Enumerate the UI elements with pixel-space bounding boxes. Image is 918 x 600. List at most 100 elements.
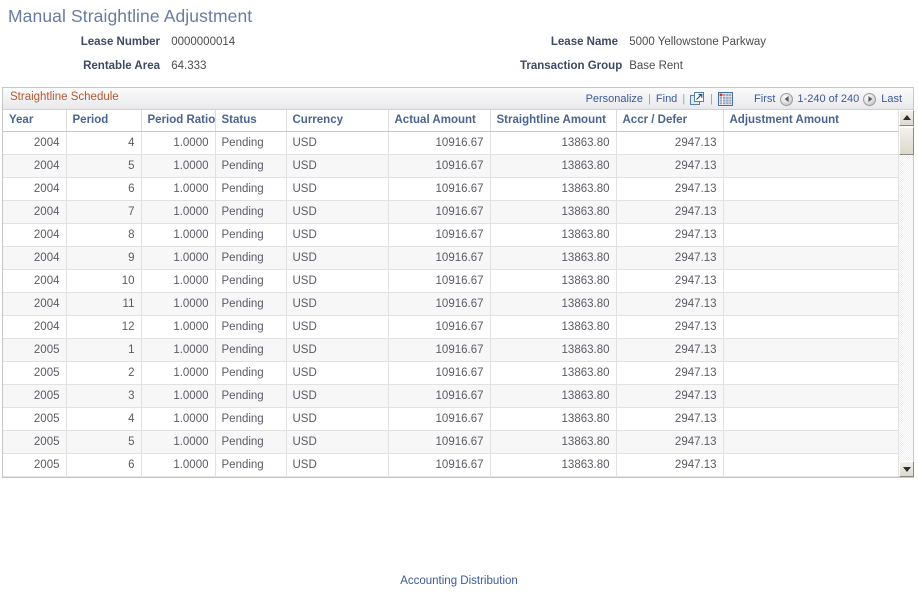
cell-actual-amount: 10916.67: [388, 132, 490, 155]
cell-accr-defer: 2947.13: [616, 293, 723, 316]
cell-adjustment-amount: [723, 178, 900, 201]
column-header-actual-amount: Actual Amount: [388, 110, 490, 132]
cell-period-ratio: 1.0000: [141, 178, 215, 201]
cell-straightline-amount: 13863.80: [490, 431, 616, 454]
cell-straightline-amount: 13863.80: [490, 408, 616, 431]
rentable-area-label: Rentable Area: [0, 59, 160, 73]
accounting-distribution-link[interactable]: Accounting Distribution: [400, 575, 518, 587]
cell-year: 2004: [3, 224, 66, 247]
cell-adjustment-amount: [723, 155, 900, 178]
cell-actual-amount: 10916.67: [388, 293, 490, 316]
grid-toolbar: Personalize | Find | |: [586, 90, 907, 108]
cell-currency: USD: [286, 293, 388, 316]
cell-straightline-amount: 13863.80: [490, 178, 616, 201]
cell-currency: USD: [286, 224, 388, 247]
cell-period-ratio: 1.0000: [141, 454, 215, 477]
cell-currency: USD: [286, 339, 388, 362]
cell-period-ratio: 1.0000: [141, 431, 215, 454]
cell-accr-defer: 2947.13: [616, 385, 723, 408]
cell-adjustment-amount: [723, 201, 900, 224]
cell-actual-amount: 10916.67: [388, 454, 490, 477]
table-row: 2004111.0000PendingUSD10916.6713863.8029…: [3, 293, 900, 316]
lease-name-field: Lease Name 5000 Yellowstone Parkway: [520, 35, 766, 49]
cell-status: Pending: [215, 339, 286, 362]
table-row: 200511.0000PendingUSD10916.6713863.80294…: [3, 339, 900, 362]
table-header-row: YearPeriodPeriod RatioStatusCurrencyActu…: [3, 110, 900, 132]
cell-period-ratio: 1.0000: [141, 316, 215, 339]
straightline-schedule-table: YearPeriodPeriod RatioStatusCurrencyActu…: [3, 110, 900, 477]
cell-currency: USD: [286, 316, 388, 339]
cell-straightline-amount: 13863.80: [490, 132, 616, 155]
scrollbar-track[interactable]: [899, 126, 913, 461]
grid-pagination: First 1-240 of 240 Last: [749, 93, 907, 106]
table-body: 200441.0000PendingUSD10916.6713863.80294…: [3, 132, 900, 477]
cell-status: Pending: [215, 178, 286, 201]
cell-year: 2005: [3, 454, 66, 477]
cell-accr-defer: 2947.13: [616, 454, 723, 477]
rentable-area-field: Rentable Area 64.333: [0, 59, 250, 73]
cell-currency: USD: [286, 201, 388, 224]
cell-year: 2004: [3, 293, 66, 316]
cell-adjustment-amount: [723, 316, 900, 339]
left-arrow-icon[interactable]: [780, 93, 793, 106]
table-row: 2004121.0000PendingUSD10916.6713863.8029…: [3, 316, 900, 339]
scrollbar-thumb[interactable]: [899, 127, 914, 155]
cell-actual-amount: 10916.67: [388, 362, 490, 385]
cell-year: 2004: [3, 270, 66, 293]
lease-name-label: Lease Name: [520, 35, 618, 49]
cell-status: Pending: [215, 293, 286, 316]
cell-period: 7: [66, 201, 141, 224]
cell-straightline-amount: 13863.80: [490, 362, 616, 385]
right-arrow-icon[interactable]: [863, 93, 876, 106]
cell-accr-defer: 2947.13: [616, 270, 723, 293]
rentable-area-value: 64.333: [171, 60, 206, 72]
table-row: 200561.0000PendingUSD10916.6713863.80294…: [3, 454, 900, 477]
spreadsheet-grid-icon[interactable]: [718, 92, 733, 106]
cell-period-ratio: 1.0000: [141, 293, 215, 316]
scroll-up-arrow-icon[interactable]: [899, 110, 914, 126]
cell-actual-amount: 10916.67: [388, 316, 490, 339]
vertical-scrollbar[interactable]: [898, 110, 913, 477]
cell-period-ratio: 1.0000: [141, 247, 215, 270]
row-range-label: 1-240 of 240: [797, 93, 859, 105]
cell-actual-amount: 10916.67: [388, 247, 490, 270]
last-link[interactable]: Last: [881, 93, 902, 105]
cell-actual-amount: 10916.67: [388, 385, 490, 408]
cell-straightline-amount: 13863.80: [490, 247, 616, 270]
cell-year: 2005: [3, 362, 66, 385]
cell-status: Pending: [215, 431, 286, 454]
straightline-schedule-groupbox: Straightline Schedule Personalize | Find…: [2, 87, 914, 478]
find-link[interactable]: Find: [656, 93, 677, 105]
column-header-currency: Currency: [286, 110, 388, 132]
cell-adjustment-amount: [723, 454, 900, 477]
cell-adjustment-amount: [723, 224, 900, 247]
cell-actual-amount: 10916.67: [388, 178, 490, 201]
lease-number-value: 0000000014: [171, 36, 235, 48]
cell-period: 4: [66, 132, 141, 155]
table-row: 200441.0000PendingUSD10916.6713863.80294…: [3, 132, 900, 155]
cell-currency: USD: [286, 178, 388, 201]
table-row: 200471.0000PendingUSD10916.6713863.80294…: [3, 201, 900, 224]
cell-actual-amount: 10916.67: [388, 339, 490, 362]
cell-status: Pending: [215, 155, 286, 178]
cell-accr-defer: 2947.13: [616, 339, 723, 362]
cell-period: 1: [66, 339, 141, 362]
column-header-adjustment-amount: Adjustment Amount: [723, 110, 900, 132]
cell-actual-amount: 10916.67: [388, 155, 490, 178]
cell-currency: USD: [286, 454, 388, 477]
new-window-icon[interactable]: [690, 92, 705, 106]
cell-year: 2004: [3, 316, 66, 339]
toolbar-separator-1: |: [648, 93, 651, 105]
personalize-link[interactable]: Personalize: [586, 93, 643, 105]
toolbar-separator-2: |: [682, 93, 685, 105]
cell-straightline-amount: 13863.80: [490, 270, 616, 293]
first-link[interactable]: First: [754, 93, 775, 105]
cell-accr-defer: 2947.13: [616, 224, 723, 247]
cell-status: Pending: [215, 224, 286, 247]
scroll-down-arrow-icon[interactable]: [899, 461, 914, 477]
cell-accr-defer: 2947.13: [616, 132, 723, 155]
cell-period-ratio: 1.0000: [141, 385, 215, 408]
cell-adjustment-amount: [723, 132, 900, 155]
cell-adjustment-amount: [723, 431, 900, 454]
lease-number-label: Lease Number: [0, 35, 160, 49]
